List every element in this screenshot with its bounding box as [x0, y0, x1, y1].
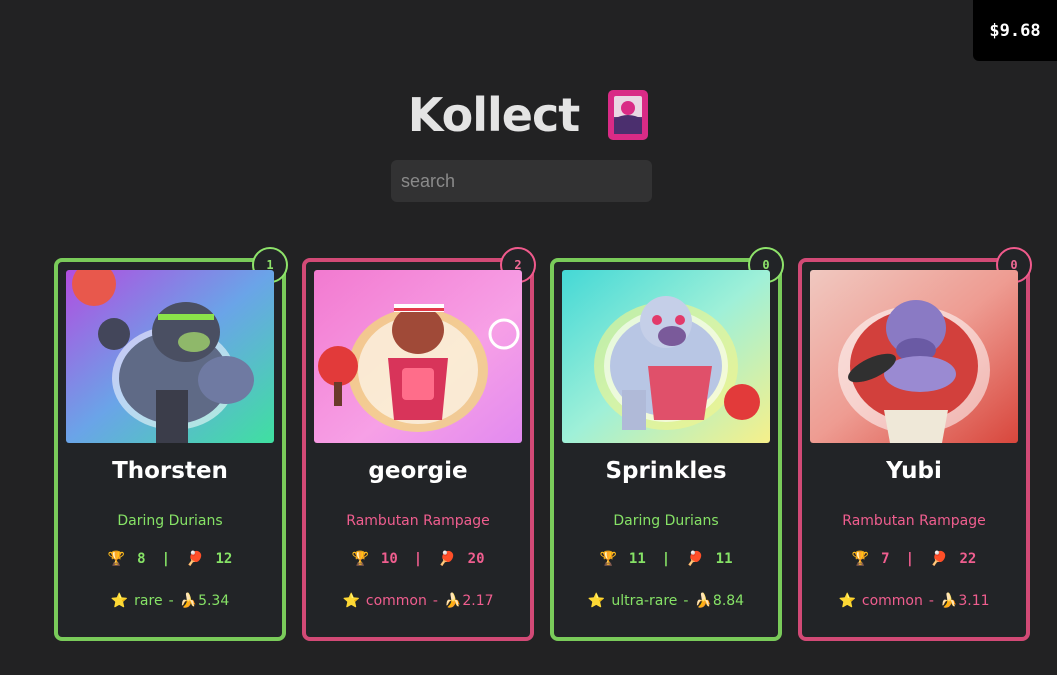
ping-pong-paddle-icon: 🏓 — [438, 551, 456, 567]
player-name: Yubi — [886, 458, 942, 484]
ping-pong-paddle-icon: 🏓 — [186, 551, 204, 567]
trophy-icon: 🏆 — [107, 551, 126, 567]
banana-icon: 🍌 — [179, 593, 198, 609]
price: 8.84 — [712, 593, 745, 609]
rarity: rare — [134, 593, 163, 609]
team-name: Daring Durians — [613, 513, 719, 529]
player-stats: 🏆 8 | 🏓 12 — [58, 551, 282, 567]
app-title: Kollect — [407, 88, 580, 142]
player-name: Thorsten — [112, 458, 228, 484]
player-card[interactable]: 0 Yubi Rambutan Rampage 🏆 7 | 🏓 22 ⭐ com… — [798, 247, 1032, 641]
player-meta: ⭐ common - 🍌 3.11 — [802, 593, 1026, 609]
banana-icon: 🍌 — [939, 593, 958, 609]
paddle-count: 11 — [715, 551, 733, 567]
player-name: Sprinkles — [605, 458, 727, 484]
player-card[interactable]: 2 georgie Rambutan Rampage 🏆 10 | 🏓 20 ⭐… — [302, 247, 536, 641]
price: 3.11 — [958, 593, 990, 609]
player-image — [314, 270, 522, 443]
rarity: common — [861, 593, 923, 609]
player-meta: ⭐ common - 🍌 2.17 — [306, 593, 530, 609]
trophy-icon: 🏆 — [599, 551, 617, 567]
ping-pong-paddle-icon: 🏓 — [930, 551, 948, 567]
player-stats: 🏆 7 | 🏓 22 — [802, 551, 1026, 567]
ping-pong-paddle-icon: 🏓 — [686, 551, 704, 567]
rarity: ultra-rare — [611, 593, 678, 609]
player-stats: 🏆 11 | 🏓 11 — [554, 551, 778, 567]
star-icon: ⭐ — [110, 593, 129, 609]
search-input[interactable] — [391, 160, 652, 202]
trophy-count: 10 — [380, 551, 398, 567]
trophy-count: 11 — [628, 551, 646, 567]
player-image — [66, 270, 274, 443]
paddle-count: 22 — [959, 551, 977, 567]
banana-icon: 🍌 — [443, 593, 462, 609]
player-card[interactable]: 0 Sprinkles Daring Durians 🏆 11 | 🏓 11 ⭐… — [550, 247, 784, 641]
player-meta: ⭐ ultra-rare - 🍌 8.84 — [554, 593, 778, 609]
meta-separator: - — [168, 593, 174, 609]
trophy-icon: 🏆 — [851, 551, 870, 567]
stat-separator: | — [161, 551, 170, 567]
player-card[interactable]: 1 Thorsten Daring Durians 🏆 8 | 🏓 12 ⭐ r… — [54, 247, 288, 641]
trophy-count: 7 — [881, 551, 890, 567]
player-stats: 🏆 10 | 🏓 20 — [306, 551, 530, 567]
player-name: georgie — [368, 458, 468, 484]
paddle-count: 20 — [467, 551, 485, 567]
team-name: Rambutan Rampage — [346, 513, 490, 529]
star-icon: ⭐ — [587, 593, 606, 609]
stat-separator: | — [413, 551, 423, 567]
meta-separator: - — [928, 593, 934, 609]
wallet-balance: $9.68 — [973, 0, 1057, 61]
banana-icon: 🍌 — [694, 593, 712, 609]
trophy-icon: 🏆 — [351, 551, 369, 567]
price: 2.17 — [462, 593, 494, 609]
trophy-count: 8 — [137, 551, 146, 567]
player-meta: ⭐ rare - 🍌 5.34 — [58, 593, 282, 609]
paddle-count: 12 — [215, 551, 233, 567]
rarity: common — [365, 593, 427, 609]
app-header: Kollect — [0, 88, 1057, 142]
price: 5.34 — [198, 593, 230, 609]
star-icon: ⭐ — [342, 593, 360, 609]
stat-separator: | — [905, 551, 914, 567]
team-name: Daring Durians — [117, 513, 223, 529]
meta-separator: - — [432, 593, 438, 609]
star-icon: ⭐ — [838, 593, 856, 609]
player-image — [810, 270, 1018, 443]
player-image — [562, 270, 770, 443]
card-icon — [608, 90, 649, 140]
stat-separator: | — [661, 551, 671, 567]
meta-separator: - — [683, 593, 689, 609]
team-name: Rambutan Rampage — [842, 513, 986, 529]
